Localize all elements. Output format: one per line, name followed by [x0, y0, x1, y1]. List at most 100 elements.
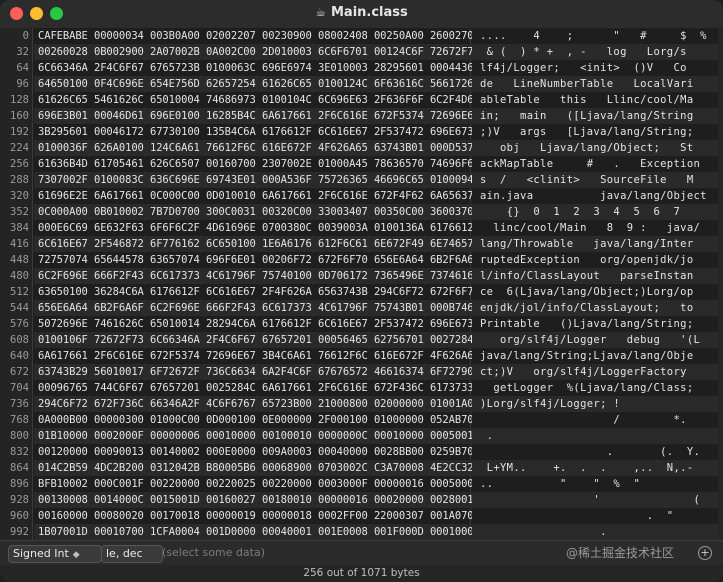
hex-row[interactable]: 61626C65 5461626C 65010004 74686973 0100…: [38, 92, 480, 108]
ascii-row[interactable]: ain.java java/lang/Object: [480, 188, 707, 204]
row-offset: 672: [10, 366, 29, 378]
ascii-row[interactable]: de LineNumberTable LocalVari: [472, 76, 723, 92]
ascii-row[interactable]: linc/cool/Main 8 9 : java/: [480, 220, 700, 236]
ascii-row[interactable]: lf4j/Logger; <init> ()V Co: [480, 60, 687, 76]
row-offset: 576: [10, 318, 29, 330]
vertical-scrollbar[interactable]: [718, 28, 723, 540]
endianness-value: le, dec: [106, 547, 143, 560]
ascii-row[interactable]: ackMapTable # . Exception: [480, 156, 700, 172]
ascii-row[interactable]: . (. Y.: [480, 444, 700, 460]
ascii-row[interactable]: ' (: [472, 492, 723, 508]
ascii-row[interactable]: .... 4 ; " # $ % & ': [480, 28, 723, 44]
row-offset: 928: [10, 494, 29, 506]
coffee-cup-icon: ☕: [315, 5, 326, 19]
ascii-row[interactable]: getLogger %(Ljava/lang/Class;: [480, 380, 694, 396]
row-offset: 608: [10, 334, 29, 346]
ascii-row[interactable]: / *.: [480, 412, 687, 428]
ascii-row[interactable]: ct;)V org/slf4j/LoggerFactory: [472, 364, 723, 380]
hex-row[interactable]: 61636B4D 61705461 626C6507 00160700 2307…: [38, 156, 480, 172]
hex-row[interactable]: 6A617661 2F6C616E 672F5374 72696E67 3B4C…: [38, 348, 480, 364]
hex-row[interactable]: 014C2B59 4DC2B200 0312042B B80005B6 0006…: [34, 460, 480, 476]
hex-row[interactable]: 64650100 0F4C696E 654E756D 62657254 6162…: [34, 76, 480, 92]
row-offset: 384: [10, 222, 29, 234]
hex-row[interactable]: 7307002F 0100083C 636C696E 69743E01 000A…: [34, 172, 480, 188]
ascii-row[interactable]: .: [472, 524, 723, 540]
hex-row[interactable]: 00120000 00090013 00140002 000E0000 009A…: [38, 444, 480, 460]
ascii-row[interactable]: & ( ) * + , - log Lorg/s: [472, 44, 723, 60]
status-bar: 256 out of 1071 bytes: [0, 565, 723, 582]
data-inspector-bar: Signed Int ◆ le, dec (select some data) @…: [0, 540, 723, 565]
endianness-popup[interactable]: le, dec: [101, 545, 163, 563]
hex-row[interactable]: 1B07001D 00010700 1CFA0004 001D0000 0004…: [34, 524, 480, 540]
hex-row[interactable]: 63743B29 56010017 6F72672F 736C6634 6A2F…: [34, 364, 480, 380]
ascii-row[interactable]: L+YM.. +. . . ,.. N,.-: [472, 460, 723, 476]
hex-row[interactable]: 0C000A00 0B010002 7B7D0700 300C0031 0032…: [34, 204, 480, 220]
row-offset: 96: [16, 78, 29, 90]
hex-row[interactable]: 00130008 0014000C 0015001D 00160027 0018…: [34, 492, 480, 508]
ascii-row[interactable]: java/lang/String;Ljava/lang/Obje: [480, 348, 694, 364]
row-offset: 864: [10, 462, 29, 474]
hex-row[interactable]: 00260028 0B002900 2A07002B 0A002C00 2D01…: [34, 44, 480, 60]
row-offset: 480: [10, 270, 29, 282]
row-offset: 352: [10, 206, 29, 218]
row-offset: 256: [10, 158, 29, 170]
hex-row[interactable]: BFB10002 000C001F 00220000 00220025 0022…: [38, 476, 480, 492]
hex-row[interactable]: 72757074 65644578 63657074 696F6E01 0020…: [38, 252, 480, 268]
hex-row[interactable]: 5072696E 7461626C 65010014 28294C6A 6176…: [38, 316, 480, 332]
row-offset: 32: [16, 46, 29, 58]
hex-row[interactable]: 63650100 36284C6A 6176612F 6C616E67 2F4F…: [38, 284, 480, 300]
hex-row[interactable]: 000E6C69 6E632F63 6F6F6C2F 4D61696E 0700…: [38, 220, 480, 236]
row-offset: 544: [10, 302, 29, 314]
hex-row[interactable]: 00096765 744C6F67 67657201 0025284C 6A61…: [38, 380, 480, 396]
ascii-row[interactable]: ;)V args [Ljava/lang/String;: [480, 124, 694, 140]
row-offset: 448: [10, 254, 29, 266]
row-offset: 0: [22, 30, 29, 42]
ascii-row[interactable]: ce 6(Ljava/lang/Object;)Lorg/op: [480, 284, 694, 300]
ascii-row[interactable]: Printable ()Ljava/lang/String;: [480, 316, 694, 332]
number-type-popup[interactable]: Signed Int ◆: [8, 545, 102, 563]
ascii-row[interactable]: . ": [480, 508, 673, 524]
ascii-pane[interactable]: .... 4 ; " # $ % & ' & ( ) * + , - log L…: [472, 28, 723, 572]
inspector-value: (select some data): [162, 546, 265, 559]
row-offset: 416: [10, 238, 29, 250]
ascii-row[interactable]: ableTable this Llinc/cool/Ma: [480, 92, 694, 108]
row-offset: 288: [10, 174, 29, 186]
offset-gutter: 0 32 64 96 128 160 192 224 256 288 320 352 384 416 448…: [0, 28, 33, 570]
ascii-row[interactable]: s / <clinit> SourceFile M: [472, 172, 723, 188]
hex-row[interactable]: 0100036F 626A0100 124C6A61 76612F6C 616E…: [34, 140, 480, 156]
row-offset: 64: [16, 62, 29, 74]
hex-row[interactable]: 0100106F 72672F73 6C66346A 2F4C6F67 6765…: [34, 332, 480, 348]
hex-row[interactable]: 0A000B00 00000300 01000C00 0D000100 0E00…: [38, 412, 480, 428]
ascii-row[interactable]: .: [472, 428, 723, 444]
row-offset: 768: [10, 414, 29, 426]
hex-row[interactable]: 3B295601 00046172 67730100 135B4C6A 6176…: [38, 124, 480, 140]
row-offset: 896: [10, 478, 29, 490]
hex-row[interactable]: 696E3B01 00046D61 696E0100 16285B4C 6A61…: [34, 108, 480, 124]
hex-pane[interactable]: CAFEBABE 00000034 003B0A00 02002207 0023…: [34, 28, 480, 572]
hex-row[interactable]: 294C6F72 672F736C 66346A2F 4C6F6767 6572…: [34, 396, 480, 412]
hex-row[interactable]: 01B10000 0002000F 00000006 00010000 0010…: [34, 428, 480, 444]
window-title-text: Main.class: [330, 5, 408, 20]
ascii-row[interactable]: {} 0 1 2 3 4 5 6 7: [472, 204, 723, 220]
ascii-row[interactable]: obj Ljava/lang/Object; St: [472, 140, 723, 156]
hex-row[interactable]: 656E6A64 6B2F6A6F 6C2F696E 666F2F43 6C61…: [34, 300, 480, 316]
row-offset: 512: [10, 286, 29, 298]
hex-row[interactable]: 00160000 00080020 00170018 00000019 0000…: [38, 508, 480, 524]
ascii-row[interactable]: org/slf4j/Logger debug '(L: [472, 332, 723, 348]
ascii-row[interactable]: lang/Throwable java/lang/Inter: [472, 236, 723, 252]
number-type-value: Signed Int: [13, 547, 69, 560]
ascii-row[interactable]: .. " " % ": [480, 476, 640, 492]
hex-row[interactable]: 6C616E67 2F546872 6F776162 6C650100 1E6A…: [34, 236, 480, 252]
row-offset: 832: [10, 446, 29, 458]
hex-row[interactable]: CAFEBABE 00000034 003B0A00 02002207 0023…: [38, 28, 480, 44]
hex-row[interactable]: 6C66346A 2F4C6F67 6765723B 0100063C 696E…: [38, 60, 480, 76]
add-inspector-button[interactable]: +: [698, 546, 712, 560]
ascii-row[interactable]: l/info/ClassLayout parseInstan: [472, 268, 723, 284]
hex-row[interactable]: 6C2F696E 666F2F43 6C617373 4C61796F 7574…: [34, 268, 480, 284]
ascii-row[interactable]: enjdk/jol/info/ClassLayout; to: [472, 300, 723, 316]
hex-editor-window: ☕ Main.class 0 32 64 96 128 160 192 224 256 288 320…: [0, 0, 723, 582]
ascii-row[interactable]: )Lorg/slf4j/Logger; !: [472, 396, 723, 412]
ascii-row[interactable]: ruptedException org/openjdk/jo: [480, 252, 694, 268]
hex-row[interactable]: 61696E2E 6A617661 0C000C00 0D010010 6A61…: [38, 188, 480, 204]
ascii-row[interactable]: in; main ([Ljava/lang/String: [472, 108, 723, 124]
